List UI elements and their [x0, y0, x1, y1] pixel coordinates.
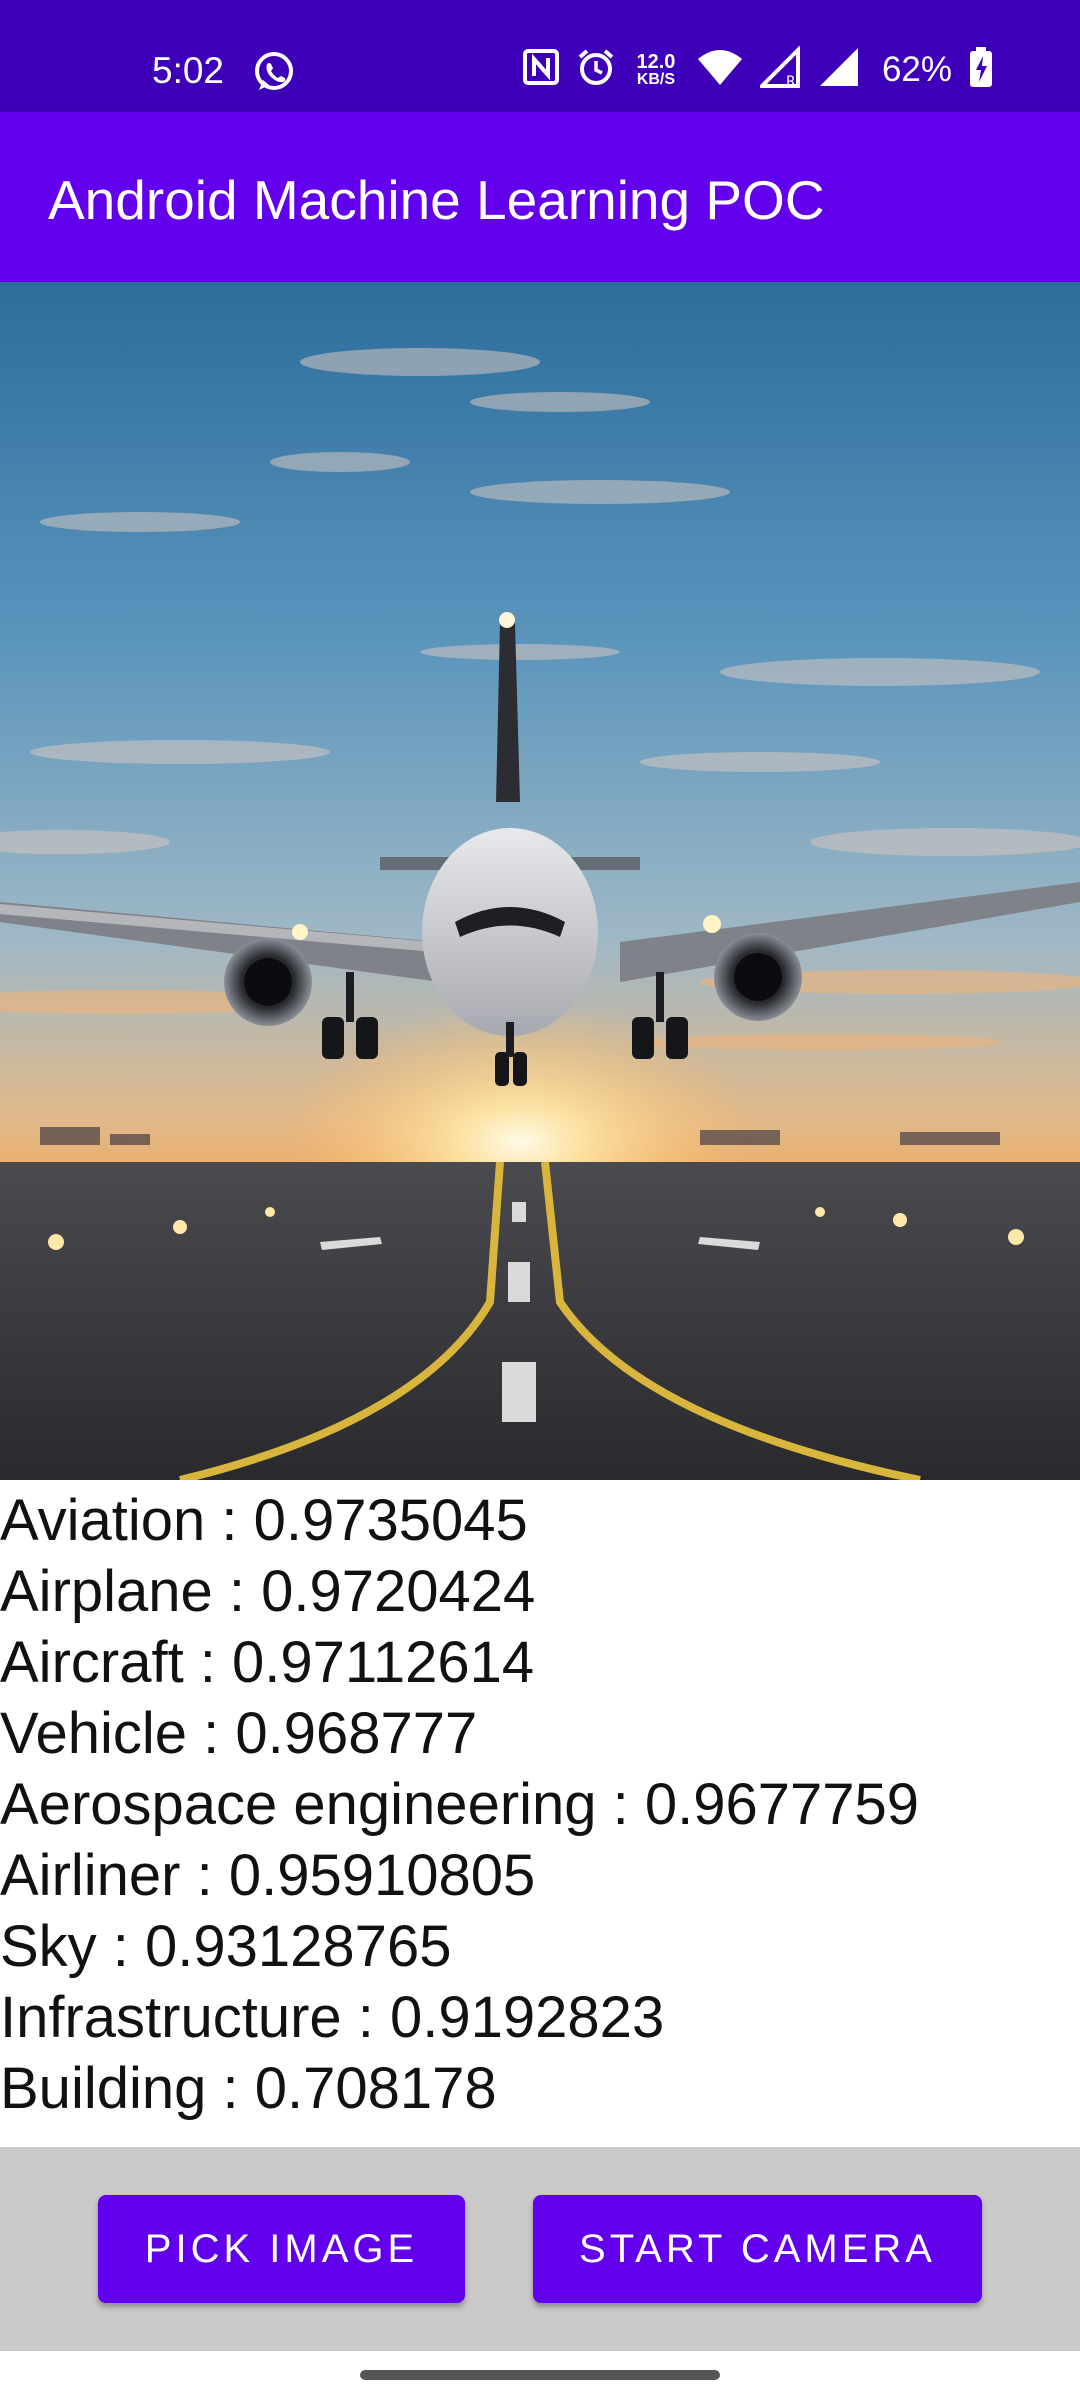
status-bar: 5:02 12.0 KB/S R 62%: [0, 0, 1080, 112]
list-item: Airplane : 0.9720424: [0, 1559, 536, 1624]
battery-charging-icon: [968, 46, 994, 93]
network-speed: 12.0 KB/S: [632, 52, 680, 88]
list-item: Sky : 0.93128765: [0, 1914, 452, 1979]
signal-r-icon: R: [757, 45, 802, 93]
list-item: Aerospace engineering : 0.9677759: [0, 1772, 920, 1837]
list-item: Building : 0.708178: [0, 2056, 497, 2121]
status-icons: 12.0 KB/S R 62%: [522, 45, 994, 93]
pick-image-button[interactable]: PICK IMAGE: [98, 2195, 465, 2303]
airplane-landing-photo: [0, 282, 1080, 1480]
list-item: Airliner : 0.95910805: [0, 1843, 536, 1908]
start-camera-button[interactable]: START CAMERA: [533, 2195, 982, 2303]
labels-list: Aviation : 0.9735045 Airplane : 0.972042…: [0, 1485, 1080, 2124]
netspeed-unit: KB/S: [636, 70, 676, 88]
list-item: Vehicle : 0.968777: [0, 1701, 478, 1766]
bottom-panel: PICK IMAGE START CAMERA: [0, 2147, 1080, 2351]
gesture-nav-handle[interactable]: [360, 2370, 720, 2380]
status-time: 5:02: [152, 50, 225, 91]
app-title: Android Machine Learning POC: [48, 169, 825, 231]
list-item: Aircraft : 0.97112614: [0, 1630, 535, 1695]
netspeed-value: 12.0: [636, 50, 676, 73]
nfc-icon: [522, 48, 560, 91]
svg-text:R: R: [786, 74, 796, 88]
whatsapp-icon: [252, 50, 296, 99]
list-item: Infrastructure : 0.9192823: [0, 1985, 665, 2050]
wifi-icon: [696, 47, 744, 92]
app-bar: Android Machine Learning POC: [0, 112, 1080, 282]
signal-icon: [818, 46, 860, 93]
screen: 5:02 12.0 KB/S R 62% Android Machine Lea…: [0, 0, 1080, 2400]
battery-percent: 62%: [881, 49, 952, 89]
alarm-icon: [576, 47, 616, 92]
list-item: Aviation : 0.9735045: [0, 1488, 528, 1553]
